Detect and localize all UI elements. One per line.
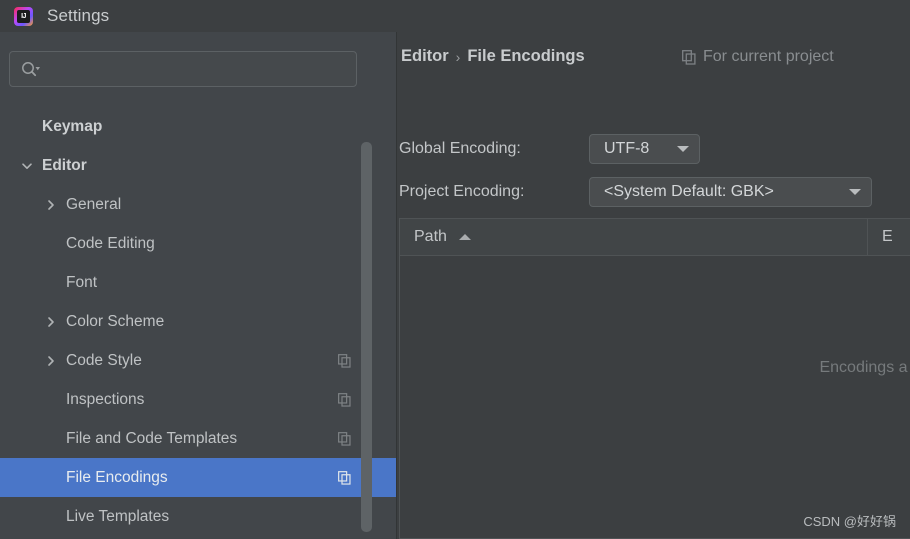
chevron-right-icon[interactable] (44, 315, 58, 329)
column-header-encoding[interactable]: E (868, 219, 910, 255)
column-header-path-label: Path (414, 228, 447, 245)
sidebar-item-color-scheme[interactable]: Color Scheme (0, 302, 396, 341)
sidebar-item-file-encodings[interactable]: File Encodings (0, 458, 396, 497)
window-titlebar: IJ Settings (0, 0, 910, 32)
settings-sidebar: Keymap Editor General Code Editing Font Color… (0, 32, 396, 539)
project-encoding-label: Project Encoding: (399, 183, 525, 200)
settings-main-panel: Editor › File Encodings For current proj… (396, 32, 910, 539)
sidebar-item-label: File Encodings (66, 468, 168, 486)
table-empty-text: Encodings a (819, 359, 908, 376)
encodings-table: Path E Encodings a (399, 218, 910, 539)
copy-settings-icon (338, 353, 351, 368)
sidebar-scrollbar-thumb[interactable] (361, 142, 372, 532)
sidebar-item-live-templates[interactable]: Live Templates (0, 497, 396, 536)
for-current-project-label: For current project (682, 48, 834, 66)
breadcrumb: Editor › File Encodings (401, 47, 585, 66)
sidebar-item-label: General (66, 195, 122, 213)
global-encoding-value: UTF-8 (604, 140, 650, 157)
breadcrumb-current: File Encodings (467, 47, 585, 65)
column-header-encoding-label: E (882, 228, 893, 245)
sidebar-item-label: Editor (42, 156, 87, 174)
for-current-project-text: For current project (703, 48, 834, 65)
sort-ascending-icon (458, 234, 471, 240)
sidebar-item-label: Live Templates (66, 507, 170, 525)
sidebar-item-label: Font (66, 273, 98, 291)
sidebar-item-code-editing[interactable]: Code Editing (0, 224, 396, 263)
chevron-right-icon[interactable] (44, 198, 58, 212)
sidebar-item-general[interactable]: General (0, 185, 396, 224)
chevron-down-icon (849, 189, 861, 195)
project-encoding-combo[interactable]: <System Default: GBK> (589, 177, 872, 207)
logo-inner-text: IJ (17, 9, 30, 23)
sidebar-item-font[interactable]: Font (0, 263, 396, 302)
global-encoding-label: Global Encoding: (399, 140, 521, 157)
sidebar-item-label: Keymap (42, 117, 103, 135)
table-header-row: Path E (400, 219, 910, 256)
sidebar-item-editor[interactable]: Editor (0, 146, 396, 185)
table-empty-placeholder: Encodings a (400, 359, 910, 377)
search-box[interactable] (9, 51, 357, 87)
chevron-down-icon (677, 146, 689, 152)
copy-settings-icon (338, 392, 351, 407)
sidebar-item-label: Code Style (66, 351, 142, 369)
copy-settings-icon (338, 431, 351, 446)
sidebar-item-label: Inspections (66, 390, 145, 408)
project-encoding-row: Project Encoding: <System Default: GBK> (399, 177, 872, 207)
window-title: Settings (47, 6, 110, 25)
sidebar-item-label: Code Editing (66, 234, 155, 252)
sidebar-item-file-and-code-templates[interactable]: File and Code Templates (0, 419, 396, 458)
search-field-wrapper (9, 51, 357, 87)
breadcrumb-parent[interactable]: Editor (401, 47, 449, 66)
copy-settings-icon (682, 49, 696, 65)
settings-window: IJ Settings Keymap Editor General Code Edit… (0, 0, 910, 539)
intellij-idea-logo-icon: IJ (14, 6, 33, 26)
settings-tree: Keymap Editor General Code Editing Font Color… (0, 107, 396, 539)
sidebar-item-inspections[interactable]: Inspections (0, 380, 396, 419)
csdn-watermark: CSDN @好好锅 (803, 514, 896, 529)
chevron-right-icon[interactable] (44, 354, 58, 368)
chevron-down-icon[interactable] (20, 159, 34, 173)
global-encoding-row: Global Encoding: UTF-8 (399, 134, 700, 164)
copy-settings-icon (338, 470, 351, 485)
sidebar-item-keymap[interactable]: Keymap (0, 107, 396, 146)
global-encoding-combo[interactable]: UTF-8 (589, 134, 700, 164)
column-header-path[interactable]: Path (400, 219, 868, 255)
sidebar-item-label: File and Code Templates (66, 429, 238, 447)
breadcrumb-separator: › (455, 48, 461, 65)
search-icon[interactable] (21, 61, 41, 77)
sidebar-item-code-style[interactable]: Code Style (0, 341, 396, 380)
search-input[interactable] (41, 52, 356, 86)
project-encoding-value: <System Default: GBK> (604, 183, 774, 200)
sidebar-item-label: Color Scheme (66, 312, 165, 330)
